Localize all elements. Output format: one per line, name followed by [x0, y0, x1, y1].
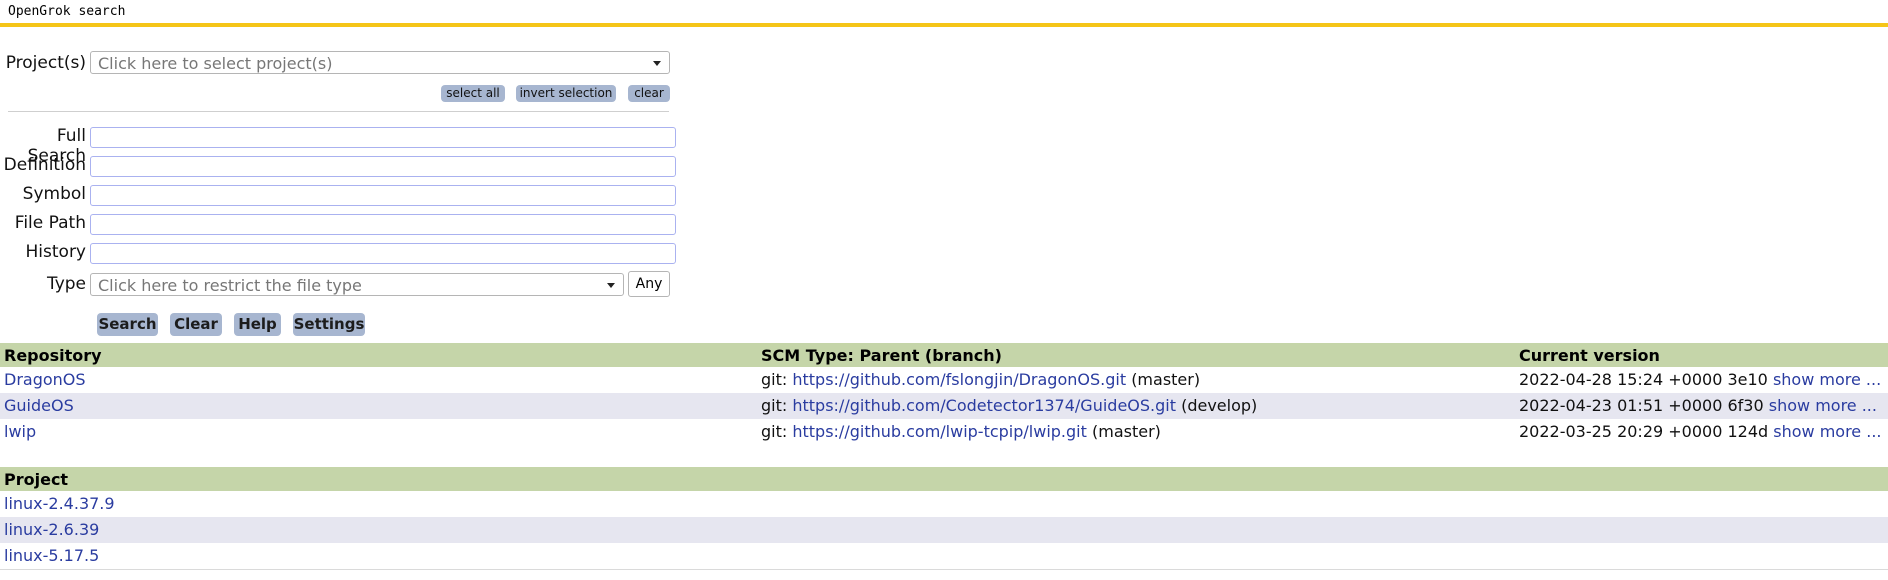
divider	[8, 111, 669, 112]
chevron-down-icon	[607, 283, 615, 288]
full-search-input[interactable]	[90, 127, 676, 148]
version-cell: 2022-03-25 20:29 +0000 124d show more ..…	[1519, 422, 1882, 441]
scm-url-link[interactable]: https://github.com/fslongjin/DragonOS.gi…	[792, 370, 1126, 389]
scm-url-link[interactable]: https://github.com/lwip-tcpip/lwip.git	[792, 422, 1087, 441]
chevron-down-icon	[653, 61, 661, 66]
repository-column-header: Repository	[4, 346, 102, 365]
scm-type: git:	[761, 422, 788, 441]
divider	[0, 569, 1888, 570]
project-link[interactable]: linux-2.6.39	[4, 520, 99, 539]
version-text: 2022-03-25 20:29 +0000 124d	[1519, 422, 1769, 441]
project-select[interactable]: Click here to select project(s)	[90, 51, 670, 74]
project-link[interactable]: linux-2.4.37.9	[4, 494, 115, 513]
show-more-link[interactable]: show more ...	[1773, 422, 1881, 441]
branch-name: (develop)	[1181, 396, 1258, 415]
symbol-label: Symbol	[22, 184, 86, 204]
repository-link[interactable]: lwip	[4, 422, 36, 441]
scm-cell: git: https://github.com/fslongjin/Dragon…	[761, 370, 1200, 389]
settings-button[interactable]: Settings	[293, 313, 365, 336]
scm-type: git:	[761, 396, 788, 415]
list-item: linux-5.17.5	[0, 543, 1888, 569]
scm-url-link[interactable]: https://github.com/Codetector1374/GuideO…	[792, 396, 1176, 415]
select-all-button[interactable]: select all	[441, 85, 505, 102]
repository-link[interactable]: GuideOS	[4, 396, 74, 415]
clear-selection-button[interactable]: clear	[628, 85, 670, 102]
file-path-label: File Path	[14, 213, 86, 233]
project-table-header: Project	[0, 467, 1888, 491]
type-select[interactable]: Click here to restrict the file type	[90, 273, 624, 296]
project-select-placeholder: Click here to select project(s)	[98, 54, 333, 73]
history-label: History	[25, 242, 86, 262]
clear-button[interactable]: Clear	[170, 313, 222, 336]
help-button[interactable]: Help	[234, 313, 281, 336]
list-item: linux-2.4.37.9	[0, 491, 1888, 517]
top-bar: OpenGrok search	[0, 0, 1888, 27]
scm-column-header: SCM Type: Parent (branch)	[761, 346, 1002, 365]
repository-link[interactable]: DragonOS	[4, 370, 86, 389]
version-text: 2022-04-23 01:51 +0000 6f30	[1519, 396, 1764, 415]
projects-label: Project(s)	[5, 53, 86, 73]
version-cell: 2022-04-23 01:51 +0000 6f30 show more ..…	[1519, 396, 1877, 415]
definition-input[interactable]	[90, 156, 676, 177]
table-row: GuideOS git: https://github.com/Codetect…	[0, 393, 1888, 419]
table-row: DragonOS git: https://github.com/fslongj…	[0, 367, 1888, 393]
invert-selection-button[interactable]: invert selection	[516, 85, 616, 102]
type-label: Type	[46, 274, 86, 294]
version-column-header: Current version	[1519, 346, 1660, 365]
definition-label: Definition	[3, 155, 86, 175]
table-row: lwip git: https://github.com/lwip-tcpip/…	[0, 419, 1888, 445]
repository-table-header: Repository SCM Type: Parent (branch) Cur…	[0, 343, 1888, 367]
symbol-input[interactable]	[90, 185, 676, 206]
show-more-link[interactable]: show more ...	[1769, 396, 1877, 415]
scm-type: git:	[761, 370, 788, 389]
scm-cell: git: https://github.com/lwip-tcpip/lwip.…	[761, 422, 1161, 441]
project-link[interactable]: linux-5.17.5	[4, 546, 99, 565]
show-more-link[interactable]: show more ...	[1773, 370, 1881, 389]
version-cell: 2022-04-28 15:24 +0000 3e10 show more ..…	[1519, 370, 1881, 389]
page-title: OpenGrok search	[8, 4, 126, 19]
project-column-header: Project	[4, 470, 69, 489]
any-type-button[interactable]: Any	[628, 271, 670, 297]
scm-cell: git: https://github.com/Codetector1374/G…	[761, 396, 1257, 415]
list-item: linux-2.6.39	[0, 517, 1888, 543]
history-input[interactable]	[90, 243, 676, 264]
branch-name: (master)	[1091, 422, 1161, 441]
type-select-placeholder: Click here to restrict the file type	[98, 276, 362, 295]
file-path-input[interactable]	[90, 214, 676, 235]
version-text: 2022-04-28 15:24 +0000 3e10	[1519, 370, 1768, 389]
search-button[interactable]: Search	[97, 313, 158, 336]
branch-name: (master)	[1131, 370, 1201, 389]
